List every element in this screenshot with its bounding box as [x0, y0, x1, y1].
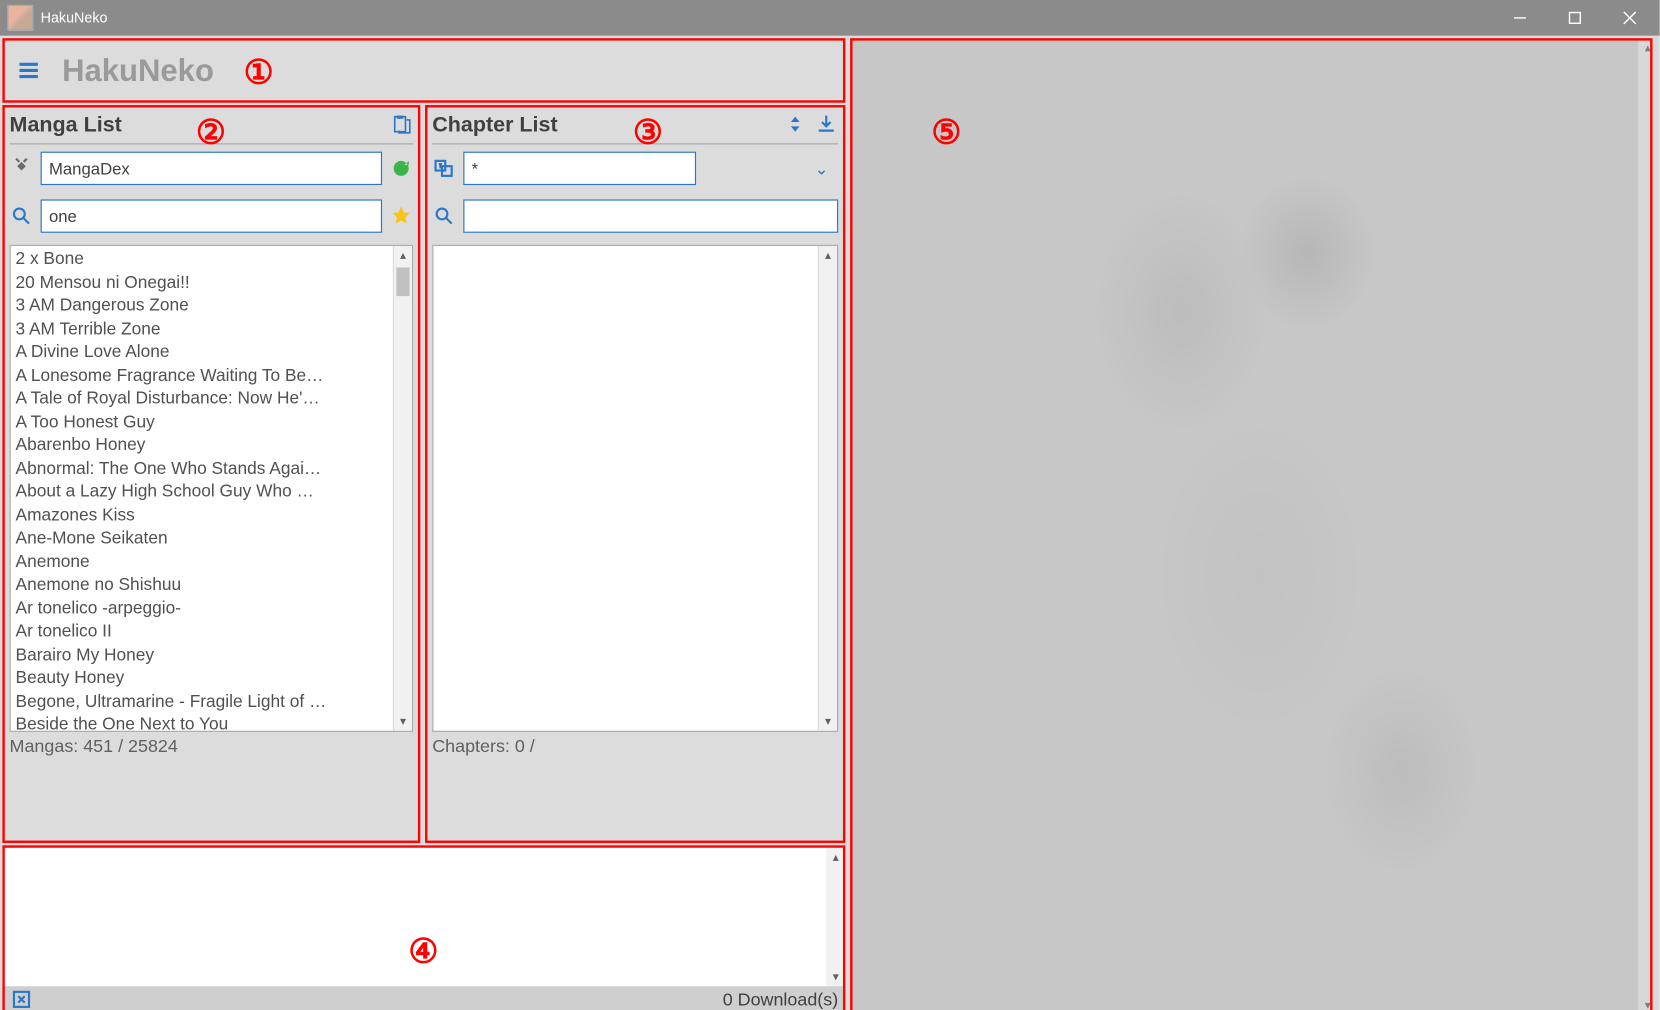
list-item[interactable]: 20 Mensou ni Onegai!!: [16, 272, 408, 295]
list-item[interactable]: 3 AM Terrible Zone: [16, 318, 408, 341]
chapter-search-input[interactable]: [463, 199, 838, 232]
list-item[interactable]: 3 AM Dangerous Zone: [16, 295, 408, 318]
download-status-bar: 0 Download(s): [2, 986, 845, 1010]
list-item[interactable]: Ar tonelico -arpeggio-: [16, 598, 408, 621]
language-icon[interactable]: [432, 156, 456, 180]
close-button[interactable]: [1602, 0, 1657, 36]
list-item[interactable]: Anemone: [16, 551, 408, 574]
expand-icon[interactable]: [10, 987, 34, 1010]
manga-list-panel: Manga List: [2, 105, 420, 843]
list-item[interactable]: Ane-Mone Seikaten: [16, 528, 408, 551]
chapter-list-title: Chapter List: [432, 112, 783, 137]
minimize-button[interactable]: [1493, 0, 1548, 36]
search-icon[interactable]: [10, 204, 34, 228]
list-item[interactable]: A Tale of Royal Disturbance: Now He'…: [16, 388, 408, 411]
manga-listbox[interactable]: 2 x Bone20 Mensou ni Onegai!!3 AM Danger…: [10, 245, 414, 732]
manga-status: Mangas: 451 / 25824: [2, 732, 420, 757]
scrollbar[interactable]: ▴ ▾: [818, 246, 837, 731]
list-item[interactable]: Begone, Ultramarine - Fragile Light of …: [16, 691, 408, 714]
chapter-listbox[interactable]: ▴ ▾: [432, 245, 838, 732]
list-item[interactable]: Beauty Honey: [16, 667, 408, 690]
chapter-list-panel: Chapter List ⌄: [425, 105, 845, 843]
list-item[interactable]: Abarenbo Honey: [16, 435, 408, 458]
list-item[interactable]: Barairo My Honey: [16, 644, 408, 667]
preview-placeholder-image: [850, 38, 1638, 1010]
star-icon[interactable]: [389, 204, 413, 228]
app-toolbar: HakuNeko: [2, 38, 845, 102]
source-input[interactable]: [41, 152, 382, 185]
list-item[interactable]: Amazones Kiss: [16, 504, 408, 527]
scrollbar[interactable]: ▴ ▾: [1638, 38, 1657, 1010]
scrollbar[interactable]: ▴ ▾: [393, 246, 412, 731]
chapter-status: Chapters: 0 /: [425, 732, 845, 757]
list-item[interactable]: 2 x Bone: [16, 248, 408, 271]
sort-icon[interactable]: [783, 112, 807, 136]
list-item[interactable]: Beside the One Next to You: [16, 714, 408, 732]
list-item[interactable]: Abnormal: The One Who Stands Agai…: [16, 458, 408, 481]
preview-panel: ▴ ▾: [850, 38, 1657, 1010]
list-item[interactable]: A Too Honest Guy: [16, 411, 408, 434]
maximize-button[interactable]: [1547, 0, 1602, 36]
list-item[interactable]: Ar tonelico II: [16, 621, 408, 644]
list-item[interactable]: About a Lazy High School Guy Who …: [16, 481, 408, 504]
download-icon[interactable]: [814, 112, 838, 136]
search-icon[interactable]: [432, 204, 456, 228]
scrollbar-thumb[interactable]: [396, 267, 409, 296]
clipboard-paste-icon[interactable]: [389, 112, 413, 136]
manga-search-input[interactable]: [41, 199, 382, 232]
app-title: HakuNeko: [62, 52, 214, 89]
titlebar: HakuNeko: [0, 0, 1660, 36]
plug-icon[interactable]: [10, 156, 34, 180]
language-select[interactable]: [463, 152, 696, 185]
menu-icon[interactable]: [17, 59, 41, 83]
manga-list-title: Manga List: [10, 112, 390, 137]
download-count-label: 0 Download(s): [723, 989, 838, 1009]
download-queue-panel: ▴ ▾ 0 Download(s): [2, 848, 845, 1010]
refresh-icon[interactable]: [389, 156, 413, 180]
list-item[interactable]: Anemone no Shishuu: [16, 574, 408, 597]
chevron-down-icon[interactable]: ⌄: [815, 159, 829, 179]
scrollbar[interactable]: ▴ ▾: [826, 848, 845, 987]
list-item[interactable]: A Divine Love Alone: [16, 341, 408, 364]
window-title: HakuNeko: [41, 10, 108, 27]
list-item[interactable]: A Lonesome Fragrance Waiting To Be…: [16, 365, 408, 388]
app-icon: [7, 5, 33, 31]
